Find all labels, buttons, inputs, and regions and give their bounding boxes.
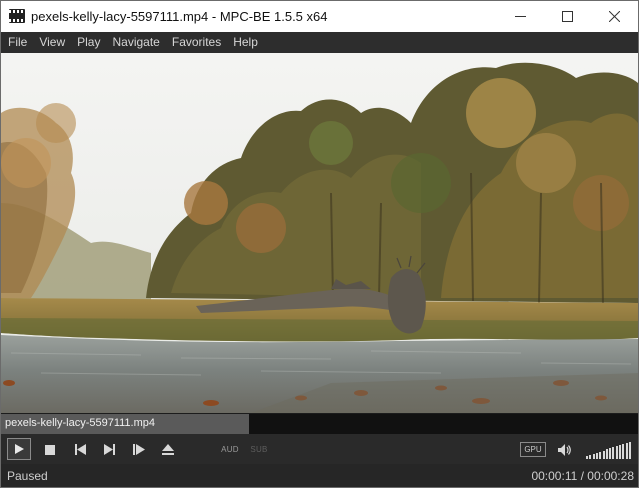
subtitle-track-button[interactable]: SUB: [248, 439, 270, 460]
volume-bar: [625, 442, 628, 459]
volume-bar: [622, 443, 625, 459]
skip-forward-icon: [103, 444, 115, 455]
time-display: 00:00:11 / 00:00:28: [531, 469, 634, 483]
next-button[interactable]: [100, 439, 118, 460]
title-bar[interactable]: pexels-kelly-lacy-5597111.mp4 - MPC-BE 1…: [1, 1, 638, 32]
stop-button[interactable]: [41, 439, 59, 460]
menu-play[interactable]: Play: [72, 32, 105, 53]
volume-bar: [595, 452, 598, 459]
video-frame[interactable]: [1, 53, 638, 413]
menu-file[interactable]: File: [3, 32, 32, 53]
volume-bar: [602, 450, 605, 459]
maximize-button[interactable]: [544, 1, 590, 32]
volume-bar: [605, 449, 608, 459]
seek-filename: pexels-kelly-lacy-5597111.mp4: [5, 417, 155, 429]
menu-favorites[interactable]: Favorites: [167, 32, 226, 53]
stop-icon: [45, 444, 55, 455]
play-button[interactable]: [7, 438, 31, 460]
close-button[interactable]: [591, 1, 637, 32]
play-icon: [15, 444, 24, 454]
skip-back-icon: [74, 444, 86, 455]
menu-navigate[interactable]: Navigate: [107, 32, 164, 53]
menu-view[interactable]: View: [34, 32, 70, 53]
maximize-icon: [561, 11, 573, 22]
control-bar: AUD SUB GPU: [1, 434, 638, 464]
menu-bar: File View Play Navigate Favorites Help: [1, 32, 638, 53]
volume-bar: [599, 451, 602, 459]
volume-bar: [612, 447, 615, 459]
window-title: pexels-kelly-lacy-5597111.mp4 - MPC-BE 1…: [31, 9, 328, 24]
video-frame-image: [1, 53, 638, 413]
audio-track-button[interactable]: AUD: [219, 439, 241, 460]
volume-bar: [615, 446, 618, 459]
status-bar: Paused 00:00:11 / 00:00:28: [1, 464, 638, 487]
mpc-be-window: pexels-kelly-lacy-5597111.mp4 - MPC-BE 1…: [0, 0, 639, 488]
app-icon: [9, 9, 25, 23]
volume-bar: [592, 453, 595, 459]
volume-bar: [628, 441, 631, 459]
frame-step-icon: [133, 444, 145, 455]
volume-slider[interactable]: [586, 441, 632, 459]
mute-button[interactable]: [556, 439, 574, 460]
close-icon: [608, 11, 620, 22]
speaker-icon: [558, 443, 571, 456]
frame-step-button[interactable]: [130, 439, 148, 460]
eject-button[interactable]: [159, 439, 177, 460]
playback-status: Paused: [7, 469, 48, 483]
previous-button[interactable]: [71, 439, 89, 460]
menu-help[interactable]: Help: [228, 32, 263, 53]
volume-bar: [586, 456, 588, 459]
minimize-button[interactable]: [497, 1, 543, 32]
volume-bar: [609, 448, 612, 459]
volume-bar: [619, 445, 621, 459]
minimize-icon: [514, 16, 526, 17]
seek-bar[interactable]: pexels-kelly-lacy-5597111.mp4: [1, 414, 638, 434]
gpu-button[interactable]: GPU: [520, 442, 546, 457]
volume-bar: [589, 454, 592, 459]
eject-icon: [162, 444, 174, 455]
